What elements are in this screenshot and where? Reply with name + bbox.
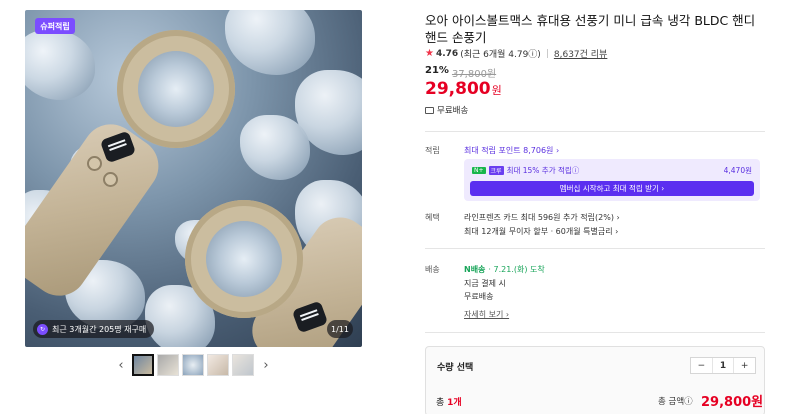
total-prefix: 총 — [436, 398, 448, 408]
benefits-label: 혜택 — [425, 213, 440, 222]
thumbnail-1[interactable] — [132, 354, 154, 376]
thumbnail-next-button[interactable]: › — [260, 358, 272, 374]
divider — [425, 332, 765, 333]
divider — [425, 131, 765, 132]
star-icon: ★ — [425, 48, 434, 59]
rating-score: 4.76 — [435, 48, 459, 59]
delivery-fee: 무료배송 — [464, 292, 494, 301]
fan-grille — [206, 221, 282, 297]
total-amount-label: 총 금액ⓘ — [658, 397, 693, 407]
divider — [425, 248, 765, 249]
delivery-detail-link[interactable]: 자세히 보기 › — [464, 309, 509, 320]
sale-price: 29,800 원 — [425, 79, 502, 99]
ice-decoration — [225, 10, 315, 75]
thumbnail-prev-button[interactable]: ‹ — [115, 358, 127, 374]
thumbnail-5[interactable] — [232, 354, 254, 376]
thumbnail-4[interactable] — [207, 354, 229, 376]
product-title: 오아 아이스볼트맥스 휴대용 선풍기 미니 급속 냉각 BLDC 핸디 핸드 손… — [425, 13, 756, 45]
discount-rate: 21% — [425, 65, 449, 76]
sale-price-unit: 원 — [491, 84, 502, 97]
installment-benefit-link[interactable]: 최대 12개월 무이자 할부 · 60개월 특별금리 › — [464, 226, 618, 237]
quantity-decrease-button[interactable]: − — [691, 358, 712, 373]
thumbnail-2[interactable] — [157, 354, 179, 376]
repurchase-badge: ↻ 최근 3개월간 205명 재구매 — [33, 320, 155, 338]
extra-points-line: N+ 크루 최대 15% 추가 적립ⓘ — [472, 165, 579, 176]
crew-tag: 크루 — [488, 166, 504, 175]
total-count: 총 1개 — [436, 395, 462, 408]
quantity-stepper: − 1 + — [690, 357, 756, 374]
super-points-badge: 슈퍼적립 — [35, 18, 75, 34]
shipping-text: 무료배송 — [437, 106, 469, 116]
truck-icon — [425, 106, 434, 114]
image-page-counter: 1/11 — [327, 320, 353, 338]
shipping-summary: 무료배송 — [425, 104, 468, 116]
membership-points-box: N+ 크루 최대 15% 추가 적립ⓘ 4,470원 멤버십 시작하고 최대 적… — [464, 159, 760, 201]
review-count-link[interactable]: 8,637건 리뷰 — [554, 47, 607, 60]
total-amount: 29,800원 — [701, 395, 764, 410]
points-label: 적립 — [425, 146, 440, 155]
delivery-pay-condition: 지금 결제 시 — [464, 279, 506, 288]
delivery-arrival-row: N배송 · 7.21.(화) 도착 — [464, 264, 545, 275]
extra-points-text: 최대 15% 추가 적립ⓘ — [506, 166, 580, 175]
product-main-image[interactable] — [25, 10, 362, 347]
rating-detail[interactable]: (최근 6개월 4.79ⓘ) — [460, 47, 541, 60]
fan-mode-button — [103, 172, 118, 187]
ice-decoration — [25, 30, 95, 100]
thumbnail-3[interactable] — [182, 354, 204, 376]
total-count-value: 1개 — [447, 398, 462, 408]
thumbnail-strip — [132, 354, 254, 376]
membership-start-button[interactable]: 멤버십 시작하고 최대 적립 받기 › — [470, 181, 754, 196]
extra-points-amount: 4,470원 — [723, 166, 752, 175]
quantity-increase-button[interactable]: + — [734, 358, 755, 373]
naver-plus-tag: N+ — [472, 167, 486, 174]
repurchase-icon: ↻ — [37, 323, 48, 335]
repurchase-text: 최근 3개월간 205명 재구매 — [52, 324, 147, 334]
quantity-label: 수량 선택 — [437, 363, 474, 373]
quantity-value[interactable]: 1 — [711, 358, 735, 373]
max-points-link[interactable]: 최대 적립 포인트 8,706원 › — [464, 145, 559, 156]
fan-power-button — [87, 156, 102, 171]
original-price: 37,800원 — [451, 69, 497, 80]
sale-price-number: 29,800 — [425, 79, 491, 99]
ice-decoration — [240, 115, 310, 180]
rating-separator: | — [545, 48, 549, 59]
delivery-label: 배송 — [425, 265, 440, 274]
card-benefit-link[interactable]: 라인프렌즈 카드 최대 596원 추가 적립(2%) › — [464, 212, 620, 223]
rating-row: ★ 4.76 (최근 6개월 4.79ⓘ) | 8,637건 리뷰 — [425, 47, 607, 60]
naver-delivery-badge: N배송 — [464, 265, 486, 274]
arrival-date: · 7.21.(화) 도착 — [488, 265, 545, 274]
discount-row: 21% 37,800원 — [425, 65, 496, 80]
fan-grille — [138, 51, 214, 127]
